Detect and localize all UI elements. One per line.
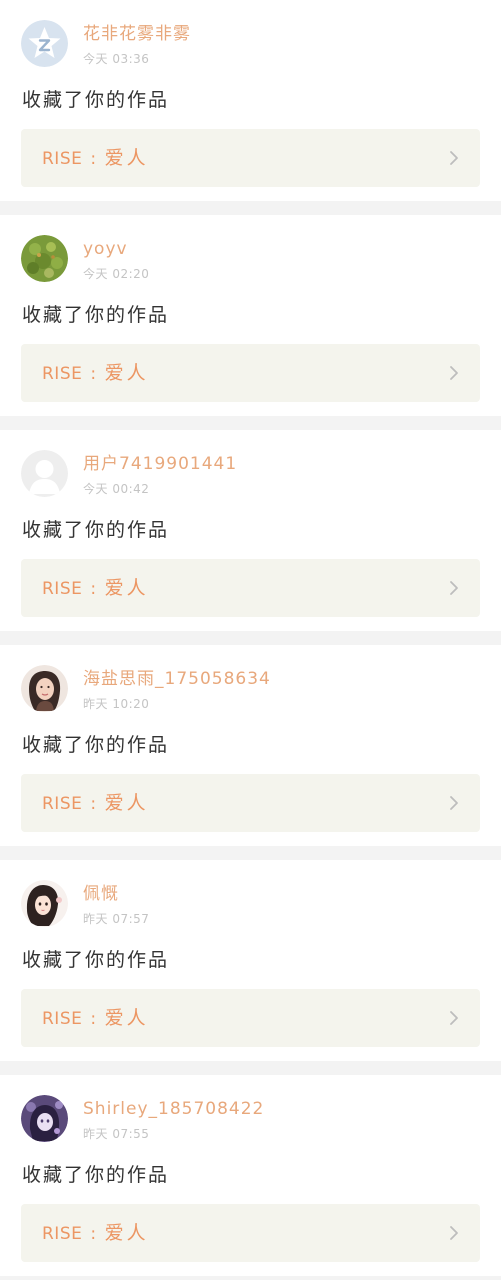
work-title: RISE: 爱人 bbox=[42, 576, 149, 601]
work-link[interactable]: RISE: 爱人 bbox=[21, 129, 480, 187]
work-prefix: RISE bbox=[42, 149, 83, 169]
notification-card: 佩慨 昨天 07:57 收藏了你的作品 RISE: 爱人 bbox=[0, 860, 501, 1061]
notification-feed: 花非花雾非雾 今天 03:36 收藏了你的作品 RISE: 爱人 yoyv 今天… bbox=[0, 0, 501, 1276]
action-text: 收藏了你的作品 bbox=[22, 89, 170, 111]
username[interactable]: Shirley_185708422 bbox=[83, 1098, 264, 1120]
work-separator: : bbox=[90, 794, 97, 814]
timestamp: 昨天 07:55 bbox=[83, 1127, 150, 1141]
default-person-icon bbox=[21, 450, 68, 497]
timestamp: 昨天 07:57 bbox=[83, 912, 150, 926]
action-text: 收藏了你的作品 bbox=[22, 734, 170, 756]
action-text: 收藏了你的作品 bbox=[22, 304, 170, 326]
timestamp: 今天 02:20 bbox=[83, 267, 150, 281]
notification-card: 海盐思雨_175058634 昨天 10:20 收藏了你的作品 RISE: 爱人 bbox=[0, 645, 501, 846]
username[interactable]: 海盐思雨_175058634 bbox=[83, 668, 271, 690]
work-prefix: RISE bbox=[42, 579, 83, 599]
work-name: 爱人 bbox=[104, 147, 149, 169]
chevron-right-icon bbox=[446, 150, 462, 166]
work-title: RISE: 爱人 bbox=[42, 791, 149, 816]
work-name: 爱人 bbox=[104, 1222, 149, 1244]
avatar[interactable] bbox=[21, 665, 68, 712]
work-separator: : bbox=[90, 149, 97, 169]
work-prefix: RISE bbox=[42, 794, 83, 814]
work-link[interactable]: RISE: 爱人 bbox=[21, 1204, 480, 1262]
timestamp: 昨天 10:20 bbox=[83, 697, 150, 711]
woman-photo-icon bbox=[21, 665, 68, 712]
purple-anime-icon bbox=[21, 1095, 68, 1142]
username[interactable]: 佩慨 bbox=[83, 883, 119, 905]
username[interactable]: 花非花雾非雾 bbox=[83, 23, 191, 45]
work-title: RISE: 爱人 bbox=[42, 361, 149, 386]
work-link[interactable]: RISE: 爱人 bbox=[21, 774, 480, 832]
action-text: 收藏了你的作品 bbox=[22, 949, 170, 971]
action-text: 收藏了你的作品 bbox=[22, 1164, 170, 1186]
work-link[interactable]: RISE: 爱人 bbox=[21, 989, 480, 1047]
chevron-right-icon bbox=[446, 1225, 462, 1241]
timestamp: 今天 03:36 bbox=[83, 52, 150, 66]
action-text: 收藏了你的作品 bbox=[22, 519, 170, 541]
illustrated-girl-icon bbox=[21, 880, 68, 927]
work-name: 爱人 bbox=[104, 792, 149, 814]
chevron-right-icon bbox=[446, 580, 462, 596]
work-link[interactable]: RISE: 爱人 bbox=[21, 559, 480, 617]
avatar[interactable] bbox=[21, 235, 68, 282]
username[interactable]: yoyv bbox=[83, 238, 128, 260]
work-separator: : bbox=[90, 364, 97, 384]
star-avatar-icon bbox=[21, 20, 68, 67]
chevron-right-icon bbox=[446, 365, 462, 381]
avatar[interactable] bbox=[21, 880, 68, 927]
notification-card: Shirley_185708422 昨天 07:55 收藏了你的作品 RISE:… bbox=[0, 1075, 501, 1276]
notification-card: 花非花雾非雾 今天 03:36 收藏了你的作品 RISE: 爱人 bbox=[0, 0, 501, 201]
chevron-right-icon bbox=[446, 795, 462, 811]
avatar[interactable] bbox=[21, 450, 68, 497]
work-title: RISE: 爱人 bbox=[42, 146, 149, 171]
work-prefix: RISE bbox=[42, 1224, 83, 1244]
notification-card: 用户7419901441 今天 00:42 收藏了你的作品 RISE: 爱人 bbox=[0, 430, 501, 631]
timestamp: 今天 00:42 bbox=[83, 482, 150, 496]
avatar[interactable] bbox=[21, 1095, 68, 1142]
avatar[interactable] bbox=[21, 20, 68, 67]
work-prefix: RISE bbox=[42, 364, 83, 384]
work-name: 爱人 bbox=[104, 362, 149, 384]
work-separator: : bbox=[90, 1224, 97, 1244]
work-name: 爱人 bbox=[104, 577, 149, 599]
grass-avatar-icon bbox=[21, 235, 68, 282]
username[interactable]: 用户7419901441 bbox=[83, 453, 237, 475]
work-link[interactable]: RISE: 爱人 bbox=[21, 344, 480, 402]
work-separator: : bbox=[90, 1009, 97, 1029]
work-prefix: RISE bbox=[42, 1009, 83, 1029]
work-separator: : bbox=[90, 579, 97, 599]
work-name: 爱人 bbox=[104, 1007, 149, 1029]
chevron-right-icon bbox=[446, 1010, 462, 1026]
work-title: RISE: 爱人 bbox=[42, 1006, 149, 1031]
notification-card: yoyv 今天 02:20 收藏了你的作品 RISE: 爱人 bbox=[0, 215, 501, 416]
work-title: RISE: 爱人 bbox=[42, 1221, 149, 1246]
